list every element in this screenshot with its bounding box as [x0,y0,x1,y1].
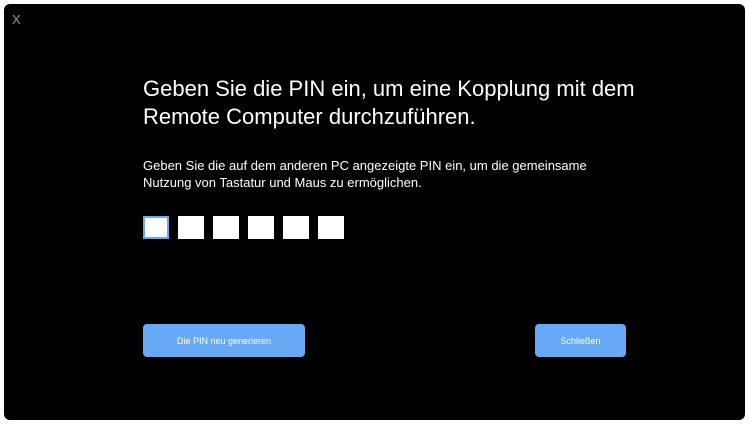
pin-digit-5[interactable] [283,216,309,239]
pin-digit-1[interactable] [143,216,169,239]
regenerate-pin-button[interactable]: Die PIN neu generieren [143,324,305,357]
dialog-description-line-2: Nutzung von Tastatur und Maus zu ermögli… [143,175,422,190]
pin-digit-6[interactable] [318,216,344,239]
dialog-title-line-1: Geben Sie die PIN ein, um eine Kopplung … [143,76,635,101]
close-icon[interactable]: X [12,13,21,27]
pin-input-group [143,216,344,239]
pin-digit-3[interactable] [213,216,239,239]
dialog-description: Geben Sie die auf dem anderen PC angezei… [143,157,643,191]
dialog-title-line-2: Remote Computer durchzuführen. [143,104,476,129]
close-button[interactable]: Schließen [535,324,626,357]
pairing-window: X Geben Sie die PIN ein, um eine Kopplun… [4,4,745,420]
pin-digit-2[interactable] [178,216,204,239]
dialog-title: Geben Sie die PIN ein, um eine Kopplung … [143,75,663,131]
pin-digit-4[interactable] [248,216,274,239]
dialog-description-line-1: Geben Sie die auf dem anderen PC angezei… [143,158,587,173]
